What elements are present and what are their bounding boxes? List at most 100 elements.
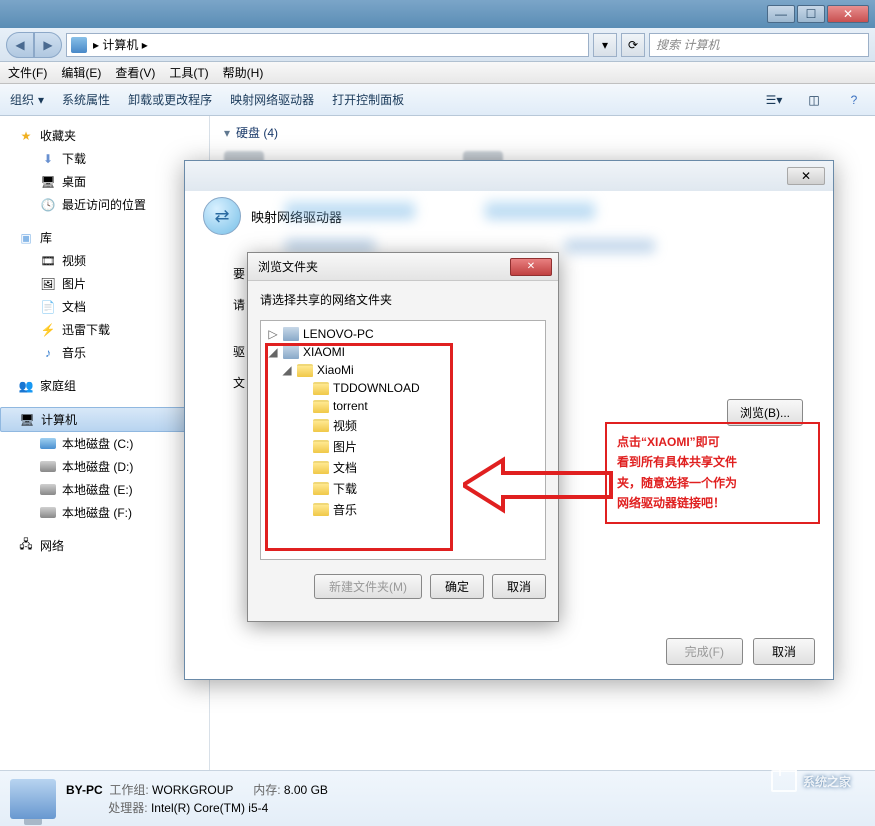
annotation-arrow-icon [463, 455, 613, 515]
tree-node-torrent[interactable]: torrent [261, 397, 545, 415]
libraries-header[interactable]: ▣库 [0, 226, 209, 249]
nav-drive-f[interactable]: 本地磁盘 (F:) [0, 501, 209, 524]
homegroup-header[interactable]: 👥 家庭组 [0, 374, 209, 397]
browse-close-button[interactable]: ✕ [510, 258, 552, 276]
cancel-button[interactable]: 取消 [753, 638, 815, 665]
nav-item-label: 本地磁盘 (D:) [62, 458, 133, 475]
favorites-label: 收藏夹 [40, 127, 76, 144]
node-label: 图片 [333, 438, 357, 455]
help-button[interactable]: ? [843, 91, 865, 109]
tree-node-lenovo[interactable]: ▷LENOVO-PC [261, 325, 545, 343]
collapse-icon[interactable]: ◢ [267, 345, 279, 359]
node-label: 音乐 [333, 501, 357, 518]
finish-button: 完成(F) [666, 638, 743, 665]
tree-node-xiaomi-share[interactable]: ◢XiaoMi [261, 361, 545, 379]
navigation-pane: ★ 收藏夹 ⬇ 下载 🖥桌面 🕓最近访问的位置 ▣库 🎞 视频 🖼图片 📄 文档 ⚡迅雷… [0, 116, 210, 770]
breadcrumb-computer[interactable]: 计算机 [102, 36, 138, 53]
nav-item-label: 最近访问的位置 [62, 196, 146, 213]
memory-value: 8.00 GB [284, 783, 328, 797]
map-network-drive-button[interactable]: 映射网络驱动器 [230, 91, 314, 108]
minimize-button[interactable]: — [767, 5, 795, 23]
uninstall-program-button[interactable]: 卸载或更改程序 [128, 91, 212, 108]
organize-button[interactable]: 组织 ▾ [10, 91, 44, 108]
annotation-line: 看到所有具体共享文件 [617, 452, 808, 472]
node-label: XIAOMI [303, 345, 345, 359]
node-label: 文档 [333, 459, 357, 476]
star-icon: ★ [18, 128, 34, 144]
collapse-icon: ▾ [224, 126, 230, 140]
node-label: TDDOWNLOAD [333, 381, 420, 395]
menu-edit[interactable]: 编辑(E) [61, 64, 101, 81]
nav-back-button[interactable]: ◀ [6, 32, 34, 58]
favorites-header[interactable]: ★ 收藏夹 [0, 124, 209, 147]
menu-help[interactable]: 帮助(H) [223, 64, 264, 81]
nav-thunder[interactable]: ⚡迅雷下载 [0, 318, 209, 341]
cancel-button[interactable]: 取消 [492, 574, 546, 599]
system-properties-button[interactable]: 系统属性 [62, 91, 110, 108]
pc-name: BY-PC [66, 783, 103, 797]
maximize-button[interactable]: ☐ [797, 5, 825, 23]
refresh-button[interactable]: ⟳ [621, 33, 645, 57]
nav-item-label: 文档 [62, 298, 86, 315]
folder-icon [313, 382, 329, 395]
network-header[interactable]: 🖧网络 [0, 534, 209, 557]
search-input[interactable]: 搜索 计算机 [649, 33, 869, 57]
details-pane: BY-PC 工作组: WORKGROUP 内存: 8.00 GB BY-PC 处… [0, 770, 875, 826]
address-dropdown-button[interactable]: ▾ [593, 33, 617, 57]
workgroup-value: WORKGROUP [152, 783, 233, 797]
nav-downloads[interactable]: ⬇ 下载 [0, 147, 209, 170]
tree-node-xiaomi[interactable]: ◢ XIAOMI [261, 343, 545, 361]
nav-item-label: 音乐 [62, 344, 86, 361]
tree-node-tddownload[interactable]: TDDOWNLOAD [261, 379, 545, 397]
video-icon: 🎞 [40, 253, 56, 269]
chevron-down-icon: ▾ [38, 93, 44, 107]
menu-file[interactable]: 文件(F) [8, 64, 47, 81]
watermark-icon [771, 770, 797, 792]
close-button[interactable]: ✕ [827, 5, 869, 23]
document-icon: 📄 [40, 299, 56, 315]
open-control-panel-button[interactable]: 打开控制面板 [332, 91, 404, 108]
nav-item-label: 桌面 [62, 173, 86, 190]
hard-disks-header[interactable]: ▾ 硬盘 (4) [224, 124, 861, 141]
dialog-close-button[interactable]: ✕ [787, 167, 825, 185]
nav-pictures[interactable]: 🖼图片 [0, 272, 209, 295]
nav-item-label: 下载 [62, 150, 86, 167]
view-options-button[interactable]: ☰▾ [763, 91, 785, 109]
preview-pane-button[interactable]: ◫ [803, 91, 825, 109]
nav-drive-e[interactable]: 本地磁盘 (E:) [0, 478, 209, 501]
computer-header[interactable]: 🖥计算机 [0, 407, 209, 432]
homegroup-icon: 👥 [18, 378, 34, 394]
ok-button[interactable]: 确定 [430, 574, 484, 599]
tree-node-videos[interactable]: 视频 [261, 415, 545, 436]
address-box[interactable]: ▸ 计算机 ▸ [66, 33, 589, 57]
nav-forward-button[interactable]: ▶ [34, 32, 62, 58]
browse-title: 浏览文件夹 [258, 258, 318, 275]
download-icon: ⬇ [40, 151, 56, 167]
nav-music[interactable]: ♪音乐 [0, 341, 209, 364]
tree-node-pictures[interactable]: 图片 [261, 436, 545, 457]
annotation-line: 夹，随意选择一个作为 [617, 473, 808, 493]
library-icon: ▣ [18, 230, 34, 246]
homegroup-label: 家庭组 [40, 377, 76, 394]
address-bar-row: ◀ ▶ ▸ 计算机 ▸ ▾ ⟳ 搜索 计算机 [0, 28, 875, 62]
nav-recent[interactable]: 🕓最近访问的位置 [0, 193, 209, 216]
nav-desktop[interactable]: 🖥桌面 [0, 170, 209, 193]
nav-documents[interactable]: 📄 文档 [0, 295, 209, 318]
nav-drive-d[interactable]: 本地磁盘 (D:) [0, 455, 209, 478]
folder-icon [313, 503, 329, 516]
menu-tools[interactable]: 工具(T) [169, 64, 208, 81]
collapse-icon[interactable]: ◢ [281, 363, 293, 377]
computer-icon [283, 345, 299, 359]
expand-icon[interactable]: ▷ [267, 327, 279, 341]
annotation-callout: 点击“XIAOMI”即可 看到所有具体共享文件 夹，随意选择一个作为 网络驱动器… [605, 422, 820, 524]
computer-large-icon [10, 779, 56, 819]
watermark: 系统之家 [771, 770, 851, 792]
window-titlebar: — ☐ ✕ [0, 0, 875, 28]
nav-item-label: 视频 [62, 252, 86, 269]
folder-icon [297, 364, 313, 377]
node-label: 下载 [333, 480, 357, 497]
nav-videos[interactable]: 🎞 视频 [0, 249, 209, 272]
menu-view[interactable]: 查看(V) [115, 64, 155, 81]
folder-tree[interactable]: ▷LENOVO-PC ◢ XIAOMI ◢XiaoMi TDDOWNLOAD to… [260, 320, 546, 560]
nav-drive-c[interactable]: 本地磁盘 (C:) [0, 432, 209, 455]
